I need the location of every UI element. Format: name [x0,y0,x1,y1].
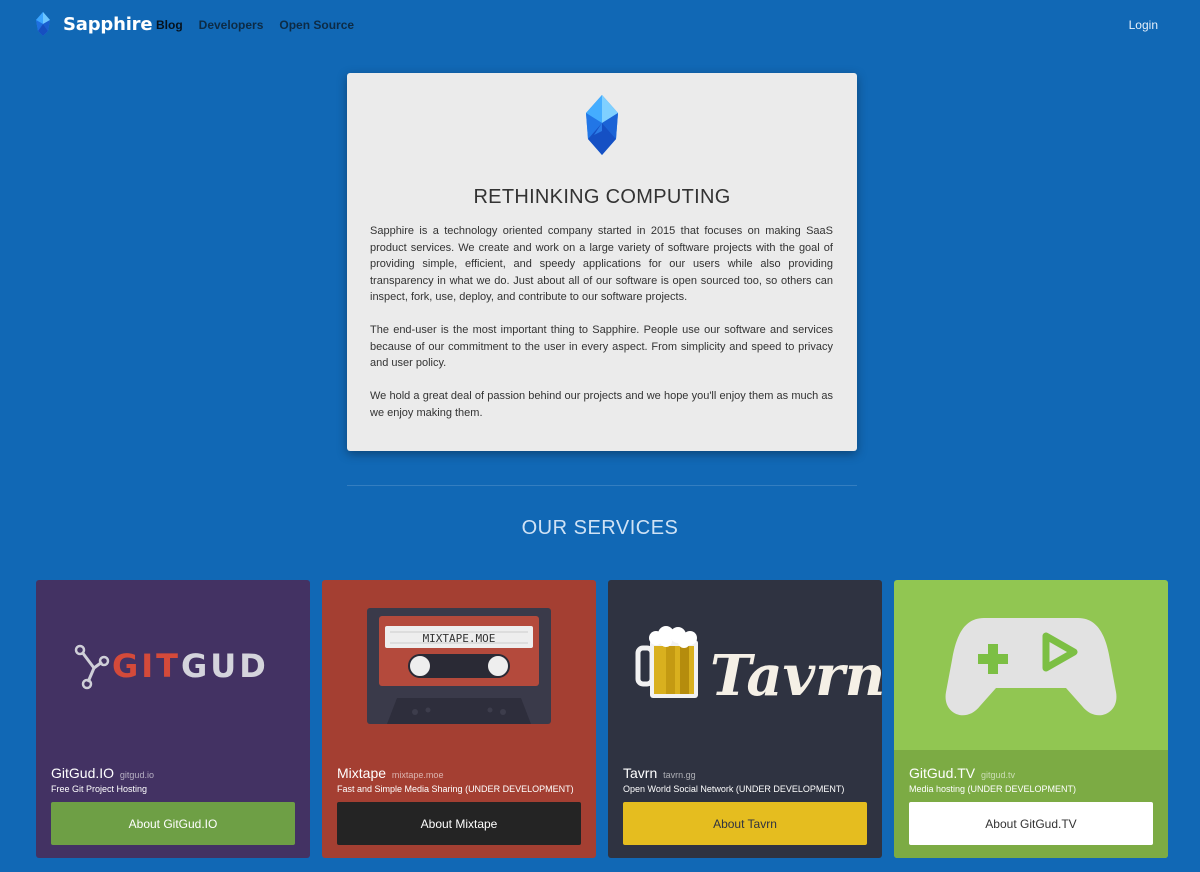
about-paragraph: Sapphire is a technology oriented compan… [370,225,833,303]
service-domain: gitgud.tv [981,770,1016,780]
nav-links: Blog Developers Open Source [156,18,370,32]
service-description: Media hosting (UNDER DEVELOPMENT) [909,784,1077,794]
service-title: Mixtape [337,765,387,781]
about-paragraph: The end-user is the most important thing… [370,324,833,369]
service-name: GitGud.TV gitgud.tv [909,765,1015,781]
tavrn-logo-text: Tavrn [710,643,882,709]
sapphire-gem-icon [586,95,618,155]
service-domain: mixtape.moe [391,770,444,780]
service-card-gitgud-tv: GitGud.TV gitgud.tv Media hosting (UNDER… [894,580,1168,858]
service-card-mixtape: MIXTAPE.MOE Mixtape mixtape.moe Fast and… [322,580,596,858]
service-title: GitGud.TV [909,765,976,781]
service-title: Tavrn [623,765,658,781]
tavrn-logo: Tavrn [635,626,882,709]
service-name: Mixtape mixtape.moe [337,765,443,781]
about-gitgud-io-button[interactable]: About GitGud.IO [51,802,295,845]
about-mixtape-button[interactable]: About Mixtape [337,802,581,845]
service-domain: tavrn.gg [663,770,696,780]
service-art: MIXTAPE.MOE [322,580,596,750]
service-art [894,580,1168,750]
brand-name: Sapphire [63,13,153,35]
service-description: Fast and Simple Media Sharing (UNDER DEV… [337,784,574,794]
beer-mug-icon [635,626,698,698]
service-info: Mixtape mixtape.moe Fast and Simple Medi… [322,750,596,858]
navbar: Sapphire Blog Developers Open Source Log… [0,0,1200,50]
gamepad-icon [945,618,1117,716]
service-art: GITGUD [36,580,310,750]
service-info: GitGud.TV gitgud.tv Media hosting (UNDER… [894,750,1168,858]
service-domain: gitgud.io [119,770,154,780]
service-info: GitGud.IO gitgud.io Free Git Project Hos… [36,750,310,858]
nav-link-developers[interactable]: Developers [199,18,264,32]
sapphire-gem-icon [36,12,50,36]
service-info: Tavrn tavrn.gg Open World Social Network… [608,750,882,858]
service-title: GitGud.IO [51,765,115,781]
cassette-icon: MIXTAPE.MOE [367,608,551,724]
mixtape-logo-text: MIXTAPE.MOE [423,632,496,645]
about-tavrn-button[interactable]: About Tavrn [623,802,867,845]
section-divider [347,485,857,486]
nav-link-blog[interactable]: Blog [156,18,183,32]
about-paragraph: We hold a great deal of passion behind o… [370,390,833,419]
service-name: GitGud.IO gitgud.io [51,765,154,781]
service-name: Tavrn tavrn.gg [623,765,696,781]
service-card-gitgud-io: GITGUD GitGud.IO gitgud.io Free Git Proj… [36,580,310,858]
service-description: Open World Social Network (UNDER DEVELOP… [623,784,845,794]
service-card-tavrn: Tavrn Tavrn tavrn.gg Open World Social N… [608,580,882,858]
about-card: RETHINKING COMPUTING Sapphire is a techn… [347,73,857,451]
service-art: Tavrn [608,580,882,750]
about-title: RETHINKING COMPUTING [473,186,731,208]
login-link[interactable]: Login [1129,18,1158,32]
services-title: OUR SERVICES [521,517,679,539]
nav-link-open-source[interactable]: Open Source [279,18,354,32]
brand[interactable]: Sapphire [35,12,153,36]
gitgud-logo-text: GITGUD [112,647,269,685]
about-body: Sapphire is a technology oriented compan… [370,223,833,438]
about-gitgud-tv-button[interactable]: About GitGud.TV [909,802,1153,845]
service-description: Free Git Project Hosting [51,784,148,794]
gitgud-logo: GITGUD [74,644,269,690]
